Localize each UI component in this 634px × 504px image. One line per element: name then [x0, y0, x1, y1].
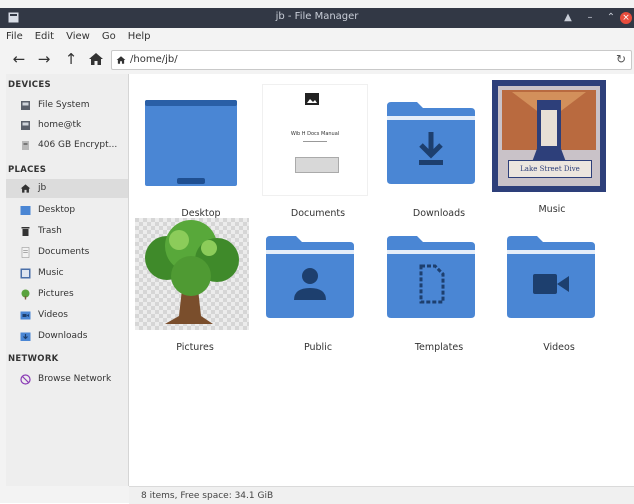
file-item-documents[interactable]: Wib H Docs Manual Documents: [258, 84, 378, 224]
menu-view[interactable]: View: [60, 28, 96, 42]
window-title: jb - File Manager: [275, 11, 359, 22]
drive-icon: [21, 101, 30, 110]
minimize-button[interactable]: –: [582, 10, 598, 26]
file-label: Templates: [414, 342, 464, 353]
desktop-folder-icon: [145, 100, 237, 186]
menu-bar: File Edit View Go Help: [0, 28, 634, 47]
window-menu-button[interactable]: ▲: [560, 10, 576, 26]
sidebar-item-downloads[interactable]: Downloads: [6, 327, 128, 346]
status-bar: 8 items, Free space: 34.1 GiB: [129, 486, 634, 504]
videos-folder-icon: [507, 236, 595, 318]
sidebar-item-encrypted-drive[interactable]: 406 GB Encrypt...: [6, 136, 128, 155]
sidebar-item-home-tk[interactable]: home@tk: [6, 116, 128, 135]
path-input[interactable]: /home/jb/ ↻: [111, 50, 632, 70]
close-button[interactable]: ×: [620, 12, 632, 24]
maximize-button[interactable]: ⌃: [603, 10, 619, 26]
document-thumbnail: Wib H Docs Manual: [262, 84, 368, 196]
file-item-pictures[interactable]: Pictures: [135, 218, 255, 358]
downloads-icon: [20, 332, 31, 341]
devices-header: DEVICES: [8, 80, 51, 90]
up-arrow-icon[interactable]: ↑: [62, 50, 80, 68]
file-item-desktop[interactable]: Desktop: [141, 84, 261, 224]
status-text: 8 items, Free space: 34.1 GiB: [141, 491, 274, 501]
tree-image-thumbnail: [135, 218, 249, 330]
sidebar-item-trash[interactable]: Trash: [6, 222, 128, 241]
image-icon: [305, 93, 319, 105]
sidebar-item-videos[interactable]: Videos: [6, 306, 128, 325]
sidebar-item-label: File System: [38, 100, 90, 110]
path-text: /home/jb/: [130, 54, 178, 65]
menu-help[interactable]: Help: [122, 28, 157, 42]
sidebar-item-label: Music: [38, 268, 64, 278]
encrypted-drive-icon: [22, 141, 29, 150]
menu-file[interactable]: File: [0, 28, 29, 42]
sidebar-item-label: 406 GB Encrypt...: [38, 140, 118, 150]
trash-icon: [21, 227, 30, 236]
file-item-music[interactable]: Lake Street Dive Music: [492, 80, 612, 220]
sidebar-item-label: Pictures: [38, 289, 74, 299]
public-folder-icon: [266, 236, 354, 318]
file-item-videos[interactable]: Videos: [499, 218, 619, 358]
sidebar-item-label: Downloads: [38, 331, 88, 341]
file-item-downloads[interactable]: Downloads: [379, 84, 499, 224]
sidebar-item-file-system[interactable]: File System: [6, 96, 128, 115]
file-label: Videos: [543, 342, 575, 353]
sidebar-item-label: Browse Network: [38, 374, 112, 384]
documents-icon: [21, 247, 30, 258]
network-icon: [20, 374, 31, 385]
file-label: Music: [538, 204, 566, 215]
file-label: Public: [303, 342, 333, 353]
home-icon: [20, 184, 31, 193]
album-banner-text: Lake Street Dive: [508, 160, 592, 178]
sidebar-item-browse-network[interactable]: Browse Network: [6, 370, 128, 389]
title-bar: jb - File Manager ▲ – ⌃ ×: [0, 8, 634, 28]
sidebar-item-label: Documents: [38, 247, 90, 257]
forward-arrow-icon[interactable]: →: [35, 50, 53, 68]
sidebar-item-desktop[interactable]: Desktop: [6, 201, 128, 220]
menu-go[interactable]: Go: [96, 28, 122, 42]
sidebar-item-documents[interactable]: Documents: [6, 243, 128, 262]
menu-edit[interactable]: Edit: [29, 28, 60, 42]
sidebar-item-music[interactable]: Music: [6, 264, 128, 283]
pictures-icon: [21, 289, 30, 300]
downloads-folder-icon: [387, 102, 475, 184]
sidebar-item-label: Desktop: [38, 205, 76, 215]
document-thumbnail-title: Wib H Docs Manual: [290, 131, 340, 137]
sidebar-item-label: jb: [38, 183, 47, 193]
desktop-icon: [20, 206, 31, 215]
location-bar: ← → ↑ /home/jb/ ↻: [0, 47, 634, 72]
file-label: Pictures: [176, 342, 214, 353]
network-header: NETWORK: [8, 354, 59, 364]
sidebar-item-label: Trash: [38, 226, 62, 236]
file-manager-window: jb - File Manager ▲ – ⌃ × File Edit View Go…: [0, 0, 634, 504]
drive-icon: [21, 121, 30, 130]
file-item-templates[interactable]: Templates: [379, 218, 499, 358]
reload-icon[interactable]: ↻: [616, 52, 626, 66]
file-view: Desktop Wib H Docs Manual Documents Down…: [129, 74, 634, 486]
path-home-icon: [116, 56, 126, 64]
sidebar-item-pictures[interactable]: Pictures: [6, 285, 128, 304]
sidebar: DEVICES File System home@tk 406 GB Encry…: [6, 74, 129, 486]
sidebar-item-label: Videos: [38, 310, 68, 320]
home-icon[interactable]: [88, 52, 104, 66]
videos-icon: [20, 311, 31, 320]
sidebar-item-label: home@tk: [38, 120, 82, 130]
file-item-public[interactable]: Public: [258, 218, 378, 358]
places-header: PLACES: [8, 165, 47, 175]
sidebar-item-jb[interactable]: jb: [6, 179, 128, 198]
templates-folder-icon: [387, 236, 475, 318]
music-icon: [20, 268, 31, 279]
back-arrow-icon[interactable]: ←: [10, 50, 28, 68]
